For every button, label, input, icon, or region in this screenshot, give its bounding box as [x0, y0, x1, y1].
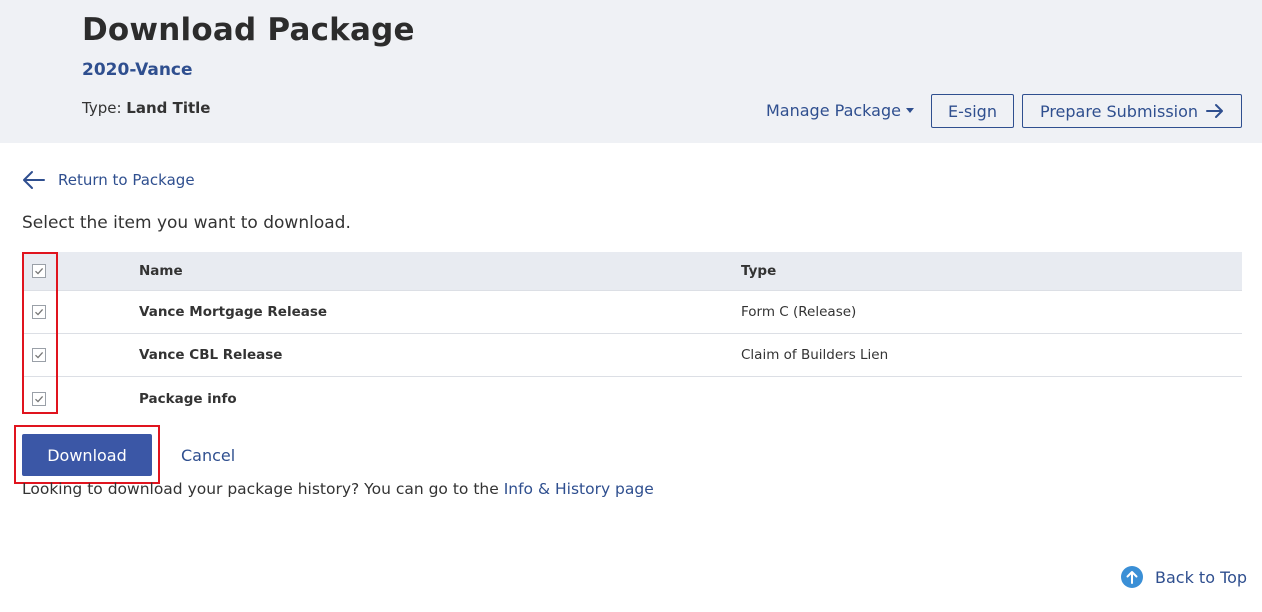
- column-header-type: Type: [741, 263, 777, 279]
- row-checkbox[interactable]: [32, 391, 46, 406]
- info-history-link[interactable]: Info & History page: [504, 480, 654, 498]
- table-row: Vance Mortgage Release Form C (Release): [22, 291, 1242, 334]
- package-type-label: Type:: [82, 99, 127, 117]
- cancel-link[interactable]: Cancel: [181, 446, 235, 465]
- checkmark-icon: [35, 267, 44, 275]
- prepare-submission-button[interactable]: Prepare Submission: [1022, 94, 1242, 128]
- package-type: Type: Land Title: [82, 99, 210, 117]
- back-to-top-label: Back to Top: [1155, 567, 1248, 587]
- arrow-left-icon: [23, 171, 45, 189]
- select-all-checkbox[interactable]: [32, 264, 46, 278]
- row-name: Vance CBL Release: [139, 347, 283, 363]
- table-row: Vance CBL Release Claim of Builders Lien: [22, 334, 1242, 377]
- package-type-value: Land Title: [126, 99, 211, 117]
- caret-down-icon: [905, 108, 914, 113]
- column-header-name: Name: [139, 263, 183, 279]
- page-title: Download Package: [82, 12, 415, 48]
- manage-package-label: Manage Package: [766, 101, 901, 120]
- e-sign-button[interactable]: E-sign: [931, 94, 1014, 128]
- history-note-text: Looking to download your package history…: [22, 480, 504, 498]
- row-checkbox[interactable]: [32, 348, 46, 362]
- history-note: Looking to download your package history…: [22, 480, 654, 498]
- download-items-table: Name Type Vance Mortgage Release Form C …: [22, 252, 1242, 420]
- checkmark-icon: [35, 395, 44, 403]
- checkmark-icon: [35, 351, 44, 359]
- arrow-up-circle-icon: [1121, 566, 1143, 588]
- checkmark-icon: [35, 308, 44, 316]
- return-to-package-link[interactable]: Return to Package: [22, 170, 195, 190]
- row-name: Vance Mortgage Release: [139, 304, 328, 320]
- table-row: Package info: [22, 377, 1242, 420]
- row-type: Claim of Builders Lien: [741, 347, 889, 363]
- row-name: Package info: [139, 390, 237, 407]
- download-button[interactable]: Download: [22, 434, 152, 476]
- package-name: 2020-Vance: [82, 60, 193, 80]
- table-header-row: Name Type: [22, 252, 1242, 291]
- arrow-right-icon: [1206, 104, 1224, 118]
- page-header: Download Package 2020-Vance Type: Land T…: [0, 0, 1262, 143]
- return-to-package-label: Return to Package: [58, 171, 195, 189]
- back-to-top-link[interactable]: Back to Top: [1121, 566, 1247, 588]
- row-type: Form C (Release): [741, 304, 857, 320]
- manage-package-dropdown[interactable]: Manage Package: [766, 101, 914, 120]
- prepare-submission-label: Prepare Submission: [1039, 101, 1199, 121]
- instruction-text: Select the item you want to download.: [22, 213, 351, 233]
- row-checkbox[interactable]: [32, 305, 46, 319]
